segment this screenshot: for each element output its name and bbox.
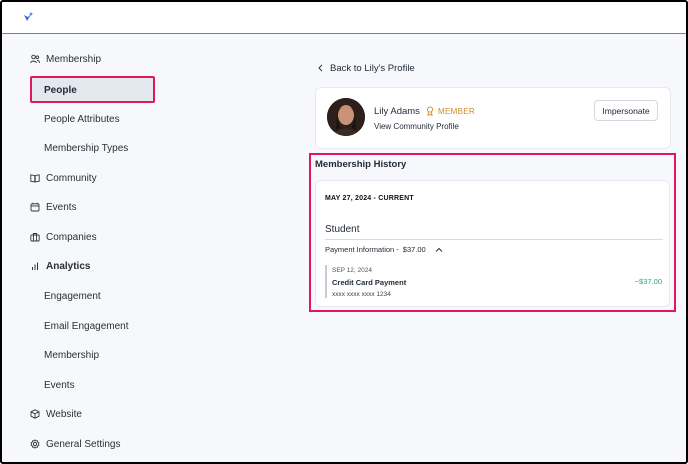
- sidebar-item-membership[interactable]: Membership: [30, 49, 101, 69]
- back-link[interactable]: Back to Lily's Profile: [318, 62, 415, 74]
- payment-amount: −$37.00: [634, 277, 662, 286]
- sidebar-subitem-membership-types[interactable]: Membership Types: [44, 140, 128, 156]
- payment-information-label: Payment Information -: [325, 245, 399, 254]
- avatar-image: [327, 98, 365, 136]
- payment-date: SEP 12, 2024: [332, 267, 372, 274]
- sidebar-item-community[interactable]: Community: [30, 168, 97, 188]
- sidebar-subitem-email-engagement[interactable]: Email Engagement: [44, 318, 129, 334]
- sidebar-subitem-engagement[interactable]: Engagement: [44, 288, 101, 304]
- view-community-profile-link[interactable]: View Community Profile: [374, 122, 459, 131]
- membership-period: MAY 27, 2024 - CURRENT: [325, 195, 414, 202]
- sidebar: Membership People People Attributes Memb…: [2, 35, 292, 462]
- sidebar-subitem-people-attributes[interactable]: People Attributes: [44, 111, 120, 127]
- sidebar-item-label: General Settings: [46, 438, 121, 450]
- chevron-left-icon: [318, 64, 323, 72]
- top-bar: [2, 2, 686, 34]
- card-number: xxxx xxxx xxxx 1234: [332, 291, 391, 298]
- briefcase-icon: [30, 233, 40, 242]
- sidebar-item-label: Membership: [46, 53, 102, 65]
- sidebar-item-companies[interactable]: Companies: [30, 227, 97, 247]
- chevron-up-icon: [435, 247, 443, 252]
- sidebar-item-label: Website: [46, 408, 82, 420]
- sidebar-item-label: Events: [46, 201, 77, 213]
- profile-name: Lily Adams: [374, 106, 420, 117]
- back-link-label: Back to Lily's Profile: [330, 62, 415, 74]
- payment-information-toggle[interactable]: Payment Information - $37.00: [325, 245, 444, 254]
- membership-history-title: Membership History: [315, 159, 407, 170]
- member-badge: MEMBER: [426, 106, 475, 116]
- book-icon: [30, 174, 40, 183]
- avatar: [327, 98, 365, 136]
- membership-type: Student: [325, 224, 360, 235]
- membership-history-card: MAY 27, 2024 - CURRENT Student Payment I…: [315, 180, 670, 307]
- divider: [325, 239, 663, 240]
- member-badge-label: MEMBER: [438, 106, 475, 116]
- cube-icon: [30, 409, 40, 419]
- sidebar-subitem-label: People: [44, 85, 77, 96]
- sidebar-subitem-people[interactable]: People: [30, 76, 155, 103]
- sidebar-item-label: Analytics: [46, 260, 91, 272]
- gear-icon: [30, 439, 40, 449]
- calendar-icon: [30, 202, 40, 212]
- payment-title: Credit Card Payment: [332, 278, 407, 287]
- profile-card: Lily Adams MEMBER View Community Profile…: [315, 87, 671, 149]
- bar-chart-icon: [32, 262, 38, 270]
- people-icon: [30, 54, 40, 64]
- sidebar-item-website[interactable]: Website: [30, 404, 82, 424]
- sidebar-item-general-settings[interactable]: General Settings: [30, 434, 121, 454]
- impersonate-button[interactable]: Impersonate: [594, 100, 658, 121]
- payment-information-amount: $37.00: [402, 245, 426, 254]
- sidebar-subitem-analytics-membership[interactable]: Membership: [44, 347, 99, 363]
- sidebar-item-analytics[interactable]: Analytics: [30, 256, 90, 276]
- app-logo-icon[interactable]: [22, 11, 34, 23]
- app-frame: Membership People People Attributes Memb…: [0, 0, 688, 464]
- sidebar-item-label: Companies: [46, 231, 97, 243]
- award-icon: [426, 106, 434, 116]
- sidebar-item-label: Community: [46, 172, 97, 184]
- payment-entry: SEP 12, 2024 Credit Card Payment xxxx xx…: [325, 265, 406, 298]
- sidebar-item-events[interactable]: Events: [30, 197, 77, 217]
- sidebar-subitem-analytics-events[interactable]: Events: [44, 377, 75, 393]
- membership-history-section: Membership History MAY 27, 2024 - CURREN…: [309, 153, 676, 312]
